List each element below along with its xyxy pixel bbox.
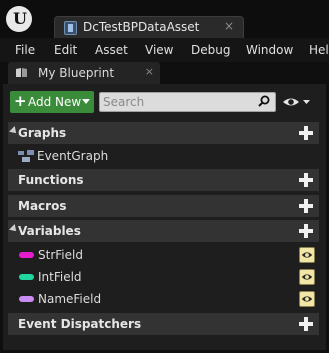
title-bar: U DcTestBPDataAsset × xyxy=(0,0,329,38)
blueprint-asset-icon xyxy=(64,21,77,35)
unreal-engine-logo-icon[interactable]: U xyxy=(6,6,32,32)
eye-icon[interactable] xyxy=(299,291,315,307)
menu-view[interactable]: View xyxy=(145,43,173,57)
add-graph-button[interactable] xyxy=(299,126,313,140)
variable-row-strfield[interactable]: StrField xyxy=(8,244,319,266)
list-item-eventgraph[interactable]: EventGraph xyxy=(8,145,319,167)
plus-icon: + xyxy=(14,92,27,110)
variable-name: NameField xyxy=(38,292,102,306)
variable-name: StrField xyxy=(38,248,83,262)
search-icon[interactable] xyxy=(258,95,270,107)
section-event-dispatchers[interactable]: Event Dispatchers xyxy=(8,313,319,335)
variable-type-pill-icon xyxy=(19,296,34,302)
section-variables[interactable]: Variables xyxy=(8,220,319,242)
search-input[interactable] xyxy=(100,93,250,111)
section-title: Macros xyxy=(18,199,67,213)
menu-file[interactable]: File xyxy=(15,43,35,57)
close-icon[interactable]: × xyxy=(224,19,234,33)
eye-icon[interactable] xyxy=(299,269,315,285)
section-functions[interactable]: Functions xyxy=(8,169,319,191)
variable-type-pill-icon xyxy=(19,274,34,280)
close-icon[interactable]: × xyxy=(145,65,154,78)
variable-row-intfield[interactable]: IntField xyxy=(8,266,319,288)
document-tab-title: DcTestBPDataAsset xyxy=(83,20,200,34)
eye-icon[interactable] xyxy=(281,94,311,110)
variable-row-namefield[interactable]: NameField xyxy=(8,288,319,310)
add-macro-button[interactable] xyxy=(299,199,313,213)
my-blueprint-tab[interactable]: My Blueprint × xyxy=(8,62,160,84)
section-title: Functions xyxy=(18,173,84,187)
variable-type-pill-icon xyxy=(19,252,34,258)
menu-debug[interactable]: Debug xyxy=(191,43,230,57)
add-variable-button[interactable] xyxy=(299,224,313,238)
add-event-dispatcher-button[interactable] xyxy=(299,317,313,331)
menu-asset[interactable]: Asset xyxy=(95,43,128,57)
add-new-button[interactable]: + Add New xyxy=(10,91,94,113)
document-tab[interactable]: DcTestBPDataAsset × xyxy=(54,16,244,38)
menu-window[interactable]: Window xyxy=(246,43,293,57)
event-graph-icon xyxy=(18,150,34,162)
menu-bar: File Edit Asset View Debug Window Help xyxy=(0,38,329,62)
section-title: Event Dispatchers xyxy=(18,317,142,331)
search-box[interactable] xyxy=(99,92,276,112)
variable-name: IntField xyxy=(38,270,82,284)
section-title: Variables xyxy=(18,224,81,238)
section-title: Graphs xyxy=(18,126,67,140)
list-item-label: EventGraph xyxy=(37,149,109,163)
menu-help[interactable]: Help xyxy=(309,43,329,57)
add-new-label: Add New xyxy=(28,95,82,109)
eye-icon[interactable] xyxy=(299,247,315,263)
add-function-button[interactable] xyxy=(299,173,313,187)
menu-edit[interactable]: Edit xyxy=(54,43,77,57)
panel-tab-label: My Blueprint xyxy=(38,66,115,80)
book-icon xyxy=(16,68,27,77)
section-macros[interactable]: Macros xyxy=(8,195,319,217)
chevron-down-icon xyxy=(82,99,90,104)
section-graphs[interactable]: Graphs xyxy=(8,122,319,144)
